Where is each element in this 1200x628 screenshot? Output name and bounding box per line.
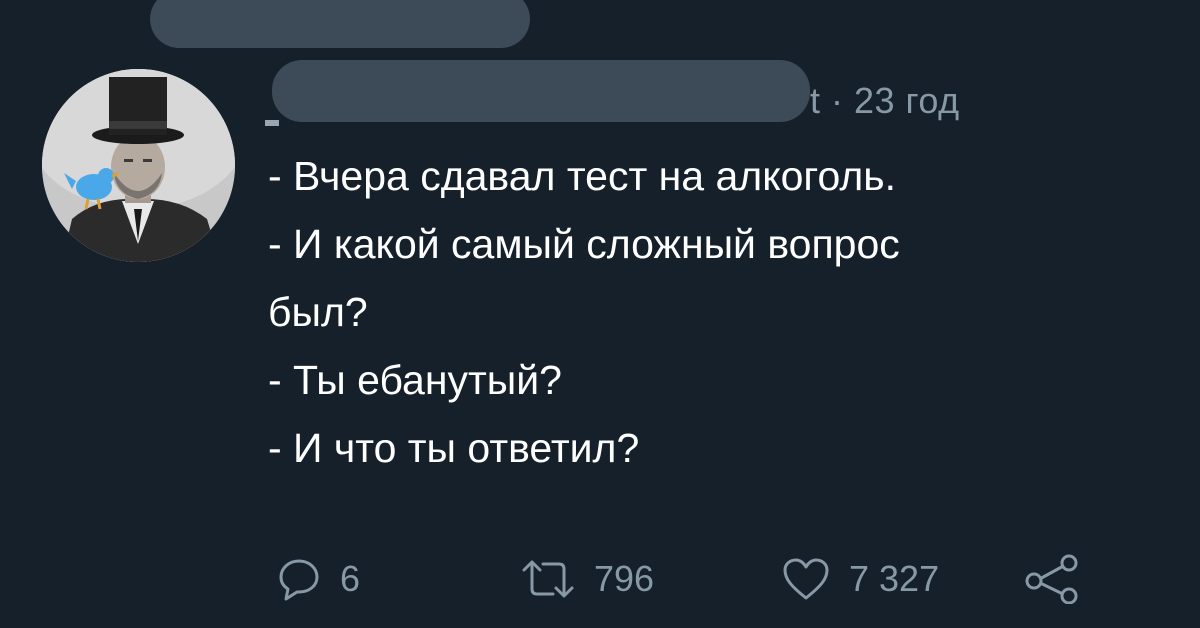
reply-button[interactable]: 6 bbox=[276, 552, 360, 606]
tweet: t · 23 год - Вчера сдавал тест на алкого… bbox=[0, 0, 1200, 628]
share-button[interactable] bbox=[1024, 552, 1080, 606]
tweet-line: - И какой самый сложный вопрос bbox=[268, 221, 900, 267]
speech-bubble-icon bbox=[276, 556, 322, 602]
tweet-line: - Ты ебанутый? bbox=[268, 357, 562, 403]
heart-icon bbox=[781, 556, 831, 602]
tweet-timestamp[interactable]: t · 23 год bbox=[810, 80, 960, 122]
tweet-line: - И что ты ответил? bbox=[268, 425, 640, 471]
share-nodes-icon bbox=[1024, 554, 1080, 604]
tweet-line: был? bbox=[268, 289, 368, 335]
redaction-edge bbox=[265, 120, 279, 126]
reply-count: 6 bbox=[340, 558, 361, 599]
tweet-text: - Вчера сдавал тест на алкоголь. - И как… bbox=[268, 142, 1148, 482]
retweet-count: 796 bbox=[594, 558, 655, 599]
like-button[interactable]: 7 327 bbox=[781, 552, 939, 606]
tweet-actions: 6 796 7 327 bbox=[276, 552, 1096, 606]
retweet-arrows-icon bbox=[520, 556, 576, 602]
redaction-scribble-username bbox=[272, 60, 810, 122]
tweet-line: - Вчера сдавал тест на алкоголь. bbox=[268, 153, 897, 199]
avatar[interactable] bbox=[42, 69, 235, 262]
retweet-button[interactable]: 796 bbox=[520, 552, 654, 606]
redaction-scribble-top bbox=[150, 0, 530, 48]
like-count: 7 327 bbox=[849, 558, 940, 599]
avatar-portrait bbox=[42, 69, 235, 262]
